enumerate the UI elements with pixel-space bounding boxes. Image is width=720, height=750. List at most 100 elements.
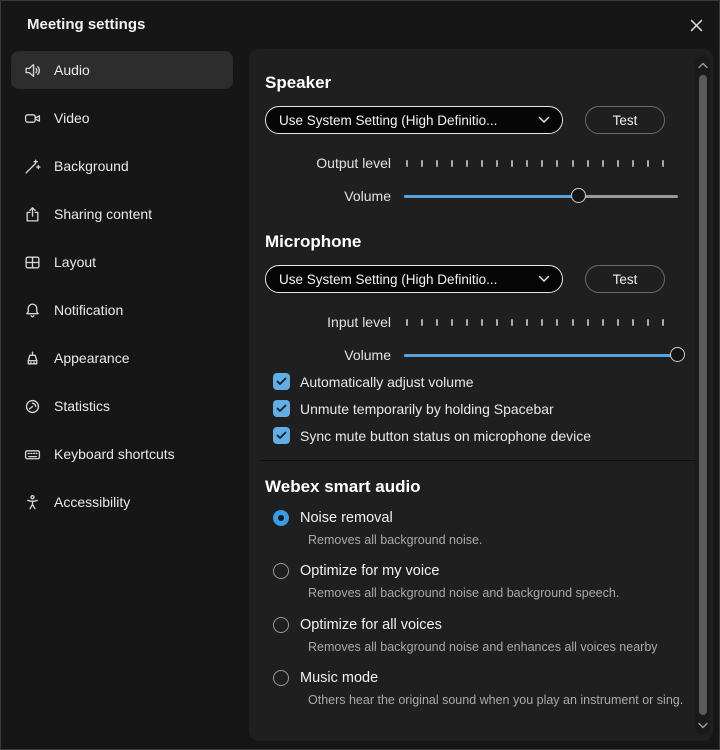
sidebar-item-audio[interactable]: Audio: [11, 51, 233, 89]
microphone-volume-label: Volume: [265, 347, 391, 363]
meeting-settings-dialog: { "window": { "title": "Meeting settings…: [0, 0, 720, 750]
microphone-heading: Microphone: [265, 232, 687, 252]
speaker-device-dropdown[interactable]: Use System Setting (High Definitio...: [265, 106, 563, 134]
chevron-up-icon: [698, 62, 708, 69]
accessibility-icon: [24, 494, 41, 511]
level-tick: [481, 160, 483, 167]
level-tick: [511, 319, 513, 326]
radio-label: Optimize for all voices: [300, 617, 442, 633]
scrollbar-thumb[interactable]: [699, 75, 707, 715]
level-tick: [436, 160, 438, 167]
input-level-label: Input level: [265, 314, 391, 330]
slider-fill: [404, 195, 579, 198]
speaker-test-button[interactable]: Test: [585, 106, 665, 134]
paintbrush-icon: [24, 350, 41, 367]
sync-mute-button-checkbox[interactable]: [273, 427, 290, 444]
level-tick: [451, 319, 453, 326]
radio-description: Removes all background noise and enhance…: [308, 638, 687, 657]
noise-removal-radio[interactable]: [273, 510, 289, 526]
level-tick: [406, 160, 408, 167]
level-tick: [572, 160, 574, 167]
input-level-meter: [406, 319, 664, 326]
sync-mute-button-row: Sync mute button status on microphone de…: [273, 427, 687, 444]
sidebar-item-label: Video: [54, 110, 90, 126]
microphone-volume-slider[interactable]: [404, 347, 678, 363]
close-button[interactable]: [685, 14, 707, 36]
optimize-my-voice-radio[interactable]: [273, 563, 289, 579]
statistics-icon: [24, 398, 41, 415]
level-tick: [481, 319, 483, 326]
level-tick: [466, 160, 468, 167]
sidebar-item-label: Appearance: [54, 350, 130, 366]
slider-fill: [404, 354, 678, 357]
keyboard-icon: [24, 446, 41, 463]
music-mode-row: Music mode: [273, 670, 687, 686]
radio-label: Noise removal: [300, 510, 393, 526]
sidebar-item-statistics[interactable]: Statistics: [11, 387, 233, 425]
level-tick: [632, 160, 634, 167]
sidebar-item-notification[interactable]: Notification: [11, 291, 233, 329]
audio-settings-panel: Speaker Use System Setting (High Definit…: [249, 49, 713, 741]
radio-description: Removes all background noise and backgro…: [308, 584, 687, 603]
microphone-test-button[interactable]: Test: [585, 265, 665, 293]
speaker-volume-slider[interactable]: [404, 188, 678, 204]
sidebar-item-label: Sharing content: [54, 206, 152, 222]
sidebar-item-background[interactable]: Background: [11, 147, 233, 185]
speaker-icon: [24, 62, 41, 79]
level-tick: [647, 319, 649, 326]
level-tick: [572, 319, 574, 326]
level-tick: [662, 160, 664, 167]
music-mode-radio[interactable]: [273, 670, 289, 686]
radio-description: Removes all background noise.: [308, 531, 687, 550]
level-tick: [587, 319, 589, 326]
radio-label: Music mode: [300, 670, 378, 686]
share-content-icon: [24, 206, 41, 223]
microphone-device-dropdown[interactable]: Use System Setting (High Definitio...: [265, 265, 563, 293]
sidebar-item-label: Accessibility: [54, 494, 130, 510]
optimize-my-voice-row: Optimize for my voice: [273, 563, 687, 579]
auto-adjust-volume-checkbox[interactable]: [273, 373, 290, 390]
smart-audio-heading: Webex smart audio: [265, 477, 687, 497]
scroll-down-button[interactable]: [695, 717, 710, 733]
level-tick: [526, 319, 528, 326]
sidebar-item-appearance[interactable]: Appearance: [11, 339, 233, 377]
speaker-volume-label: Volume: [265, 188, 391, 204]
scroll-up-button[interactable]: [695, 57, 710, 73]
sidebar-item-sharing-content[interactable]: Sharing content: [11, 195, 233, 233]
microphone-device-value: Use System Setting (High Definitio...: [279, 272, 538, 287]
level-tick: [421, 160, 423, 167]
sidebar-item-label: Audio: [54, 62, 90, 78]
sidebar-item-label: Layout: [54, 254, 96, 270]
level-tick: [496, 160, 498, 167]
section-divider: [261, 460, 697, 461]
checkbox-label: Automatically adjust volume: [300, 374, 474, 390]
level-tick: [617, 319, 619, 326]
unmute-spacebar-checkbox[interactable]: [273, 400, 290, 417]
bell-icon: [24, 302, 41, 319]
level-tick: [421, 319, 423, 326]
sidebar-item-keyboard-shortcuts[interactable]: Keyboard shortcuts: [11, 435, 233, 473]
level-tick: [662, 319, 664, 326]
settings-sidebar: Audio Video Background Sharing content L…: [11, 51, 233, 531]
level-tick: [541, 319, 543, 326]
radio-description: Others hear the original sound when you …: [308, 691, 687, 710]
level-tick: [511, 160, 513, 167]
checkbox-label: Sync mute button status on microphone de…: [300, 428, 591, 444]
scrollbar[interactable]: [695, 55, 710, 735]
speaker-volume-thumb[interactable]: [571, 188, 586, 203]
sidebar-item-label: Keyboard shortcuts: [54, 446, 175, 462]
sidebar-item-video[interactable]: Video: [11, 99, 233, 137]
microphone-volume-thumb[interactable]: [670, 347, 685, 362]
noise-removal-row: Noise removal: [273, 510, 687, 526]
sidebar-item-accessibility[interactable]: Accessibility: [11, 483, 233, 521]
optimize-all-voices-row: Optimize for all voices: [273, 617, 687, 633]
auto-adjust-volume-row: Automatically adjust volume: [273, 373, 687, 390]
level-tick: [602, 160, 604, 167]
chevron-down-icon: [538, 275, 550, 283]
dialog-title: Meeting settings: [27, 16, 145, 33]
sidebar-item-label: Statistics: [54, 398, 110, 414]
check-icon: [276, 404, 287, 413]
unmute-spacebar-row: Unmute temporarily by holding Spacebar: [273, 400, 687, 417]
optimize-all-voices-radio[interactable]: [273, 617, 289, 633]
sidebar-item-layout[interactable]: Layout: [11, 243, 233, 281]
